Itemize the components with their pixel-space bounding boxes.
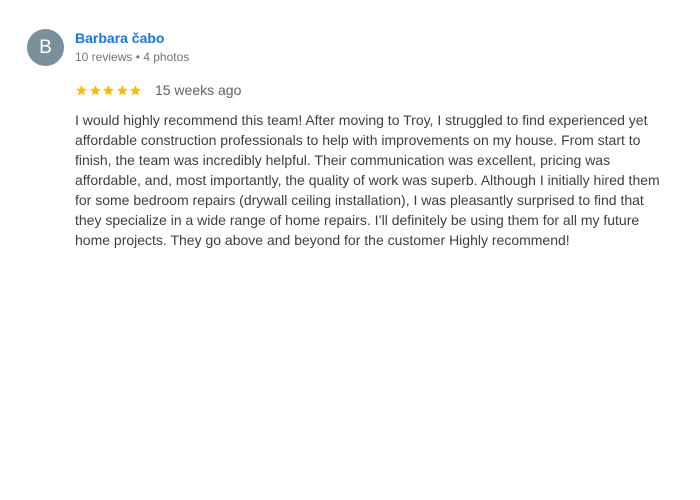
reviewer-name-link[interactable]: Barbara čabo [75,30,164,46]
rating-row: 15 weeks ago [75,81,241,99]
star-icon [89,84,102,97]
star-icon [129,84,142,97]
star-icon [75,84,88,97]
avatar[interactable]: B [27,29,64,66]
star-icon [102,84,115,97]
review-date: 15 weeks ago [154,82,242,98]
review-text: I would highly recommend this team! Afte… [75,112,660,248]
review-card: B Barbara čabo 10 reviews • 4 photos 15 … [0,0,700,500]
reviewer-meta: 10 reviews • 4 photos [75,50,190,64]
star-rating [75,84,143,97]
star-icon [116,84,129,97]
